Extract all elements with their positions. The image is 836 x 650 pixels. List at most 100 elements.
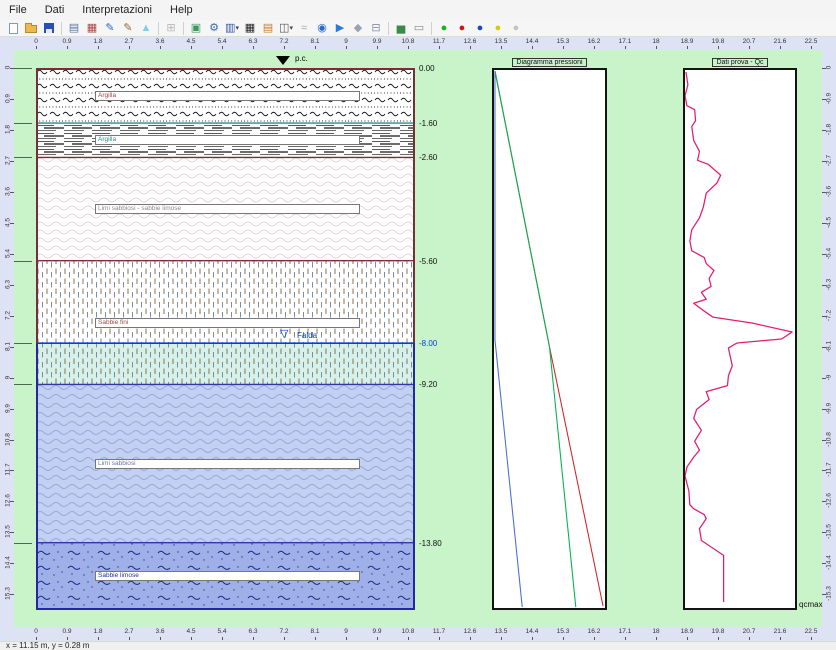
- menu-item-file[interactable]: File: [0, 1, 36, 19]
- send-icon[interactable]: ▶: [331, 21, 349, 36]
- ruler-tick: [532, 637, 533, 640]
- pressure-chart[interactable]: [492, 68, 607, 610]
- dropdown-caret-icon[interactable]: ▾: [235, 24, 239, 32]
- ruler-tick: [222, 637, 223, 640]
- menu-item-interpretazioni[interactable]: Interpretazioni: [73, 1, 161, 19]
- export-report-icon[interactable]: ▤: [65, 21, 83, 36]
- ruler-tick-label: 21.6: [768, 628, 792, 635]
- dropdown-caret-icon[interactable]: ▾: [289, 24, 293, 32]
- ruler-tick: [822, 563, 826, 564]
- menubar: FileDatiInterpretazioniHelp: [0, 0, 836, 20]
- layer-label[interactable]: Argilla: [95, 135, 360, 145]
- print-icon[interactable]: ▭: [410, 21, 428, 36]
- library-icon[interactable]: ▤: [259, 21, 277, 36]
- ruler-tick-label: 13.5: [489, 38, 513, 45]
- ruler-tick: [284, 637, 285, 640]
- layer-label[interactable]: Argilla: [95, 91, 360, 101]
- ruler-tick: [408, 637, 409, 640]
- ruler-tick: [749, 46, 750, 49]
- ruler-tick: [822, 68, 826, 69]
- mini-chart-icon: ▅: [397, 23, 405, 34]
- edit-document-icon[interactable]: ✎: [101, 21, 119, 36]
- line-chart-icon[interactable]: ≈: [295, 21, 313, 36]
- diagram-icon[interactable]: ◫▾: [277, 21, 295, 36]
- qc-chart[interactable]: [683, 68, 797, 610]
- edit-notes-icon[interactable]: ✎: [119, 21, 137, 36]
- new-document-icon[interactable]: [4, 21, 22, 36]
- ruler-tick: [822, 470, 826, 471]
- ruler-tick-label: 5.4: [210, 628, 234, 635]
- ruler-tick-label: -2.7: [826, 148, 833, 172]
- ruler-tick-label: 9: [334, 38, 358, 45]
- ruler-tick-label: 7.2: [272, 38, 296, 45]
- depth-label: -13.80: [419, 539, 442, 548]
- ruler-tick: [10, 316, 14, 317]
- picture-icon[interactable]: ▣: [187, 21, 205, 36]
- ruler-tick-label: -12.6: [826, 489, 833, 513]
- depth-label: -5.60: [419, 257, 437, 266]
- grid-icon[interactable]: ⊞: [162, 21, 180, 36]
- open-folder-icon[interactable]: [22, 21, 40, 36]
- ruler-tick-label: 12.6: [458, 628, 482, 635]
- boundary-tick: [14, 384, 32, 385]
- sphere-blue-icon[interactable]: ●: [471, 21, 489, 36]
- ruler-tick: [749, 637, 750, 640]
- depth-label: -2.60: [419, 153, 437, 162]
- ruler-tick-label: -5.4: [826, 241, 833, 265]
- ruler-tick-label: 9: [334, 628, 358, 635]
- ruler-tick: [563, 637, 564, 640]
- ruler-tick: [253, 637, 254, 640]
- table-icon[interactable]: ▦: [241, 21, 259, 36]
- menu-item-help[interactable]: Help: [161, 1, 202, 19]
- ruler-tick-label: 3.6: [148, 628, 172, 635]
- ruler-tick: [687, 637, 688, 640]
- ruler-tick-label: -4.5: [826, 210, 833, 234]
- sphere-silver-icon[interactable]: ●: [507, 21, 525, 36]
- ruler-tick: [222, 46, 223, 49]
- ruler-tick-label: 9.9: [365, 628, 389, 635]
- menu-item-dati[interactable]: Dati: [36, 1, 74, 19]
- ruler-tick: [346, 637, 347, 640]
- settings-gear-icon[interactable]: ⚙: [205, 21, 223, 36]
- ruler-tick: [822, 223, 826, 224]
- box-3d-icon[interactable]: ◆: [349, 21, 367, 36]
- save-icon[interactable]: [40, 21, 58, 36]
- ruler-tick: [408, 46, 409, 49]
- ruler-tick: [594, 46, 595, 49]
- ruler-tick-label: -14.4: [826, 551, 833, 575]
- ruler-tick: [10, 254, 14, 255]
- qcmax-label: qcmax: [799, 600, 823, 609]
- water-table-icon: ▽: [280, 329, 288, 340]
- ruler-tick-label: 0: [826, 56, 833, 80]
- ruler-tick: [470, 46, 471, 49]
- layer-label[interactable]: Sabbie limose: [95, 571, 360, 581]
- sphere-red-icon[interactable]: ●: [453, 21, 471, 36]
- edit-document-icon: ✎: [105, 23, 114, 34]
- image-export-icon[interactable]: ▦: [83, 21, 101, 36]
- edit-notes-icon: ✎: [123, 23, 132, 34]
- ground-level-label: p.c.: [295, 54, 308, 63]
- sphere-yellow-icon[interactable]: ●: [489, 21, 507, 36]
- ruler-tick-label: -7.2: [826, 303, 833, 327]
- ruler-tick-label: 16.2: [582, 38, 606, 45]
- database-icon[interactable]: ⊟: [367, 21, 385, 36]
- ruler-tick-label: 21.6: [768, 38, 792, 45]
- globe-icon[interactable]: ◉: [313, 21, 331, 36]
- cone-test-icon: ▲: [141, 23, 152, 34]
- mini-chart-icon[interactable]: ▅: [392, 21, 410, 36]
- drawing-canvas[interactable]: 00.91.82.73.64.55.46.37.28.199.910.811.7…: [0, 50, 836, 627]
- ruler-tick-label: 9.9: [365, 38, 389, 45]
- ruler-tick: [191, 46, 192, 49]
- ruler-tick: [98, 637, 99, 640]
- bar-chart-icon[interactable]: ▥▾: [223, 21, 241, 36]
- layer-label[interactable]: Limi sabbiosi: [95, 459, 360, 469]
- ruler-tick-label: 2.7: [117, 38, 141, 45]
- layer-label[interactable]: Limi sabbiosi - sabbie limose: [95, 204, 360, 214]
- sphere-green-icon[interactable]: ●: [435, 21, 453, 36]
- boundary-tick: [14, 261, 32, 262]
- qc-line: [685, 72, 792, 602]
- toolbar-separator: [388, 22, 389, 35]
- toolbar-separator: [431, 22, 432, 35]
- layer-label[interactable]: Sabbie fini: [95, 318, 360, 328]
- cone-test-icon[interactable]: ▲: [137, 21, 155, 36]
